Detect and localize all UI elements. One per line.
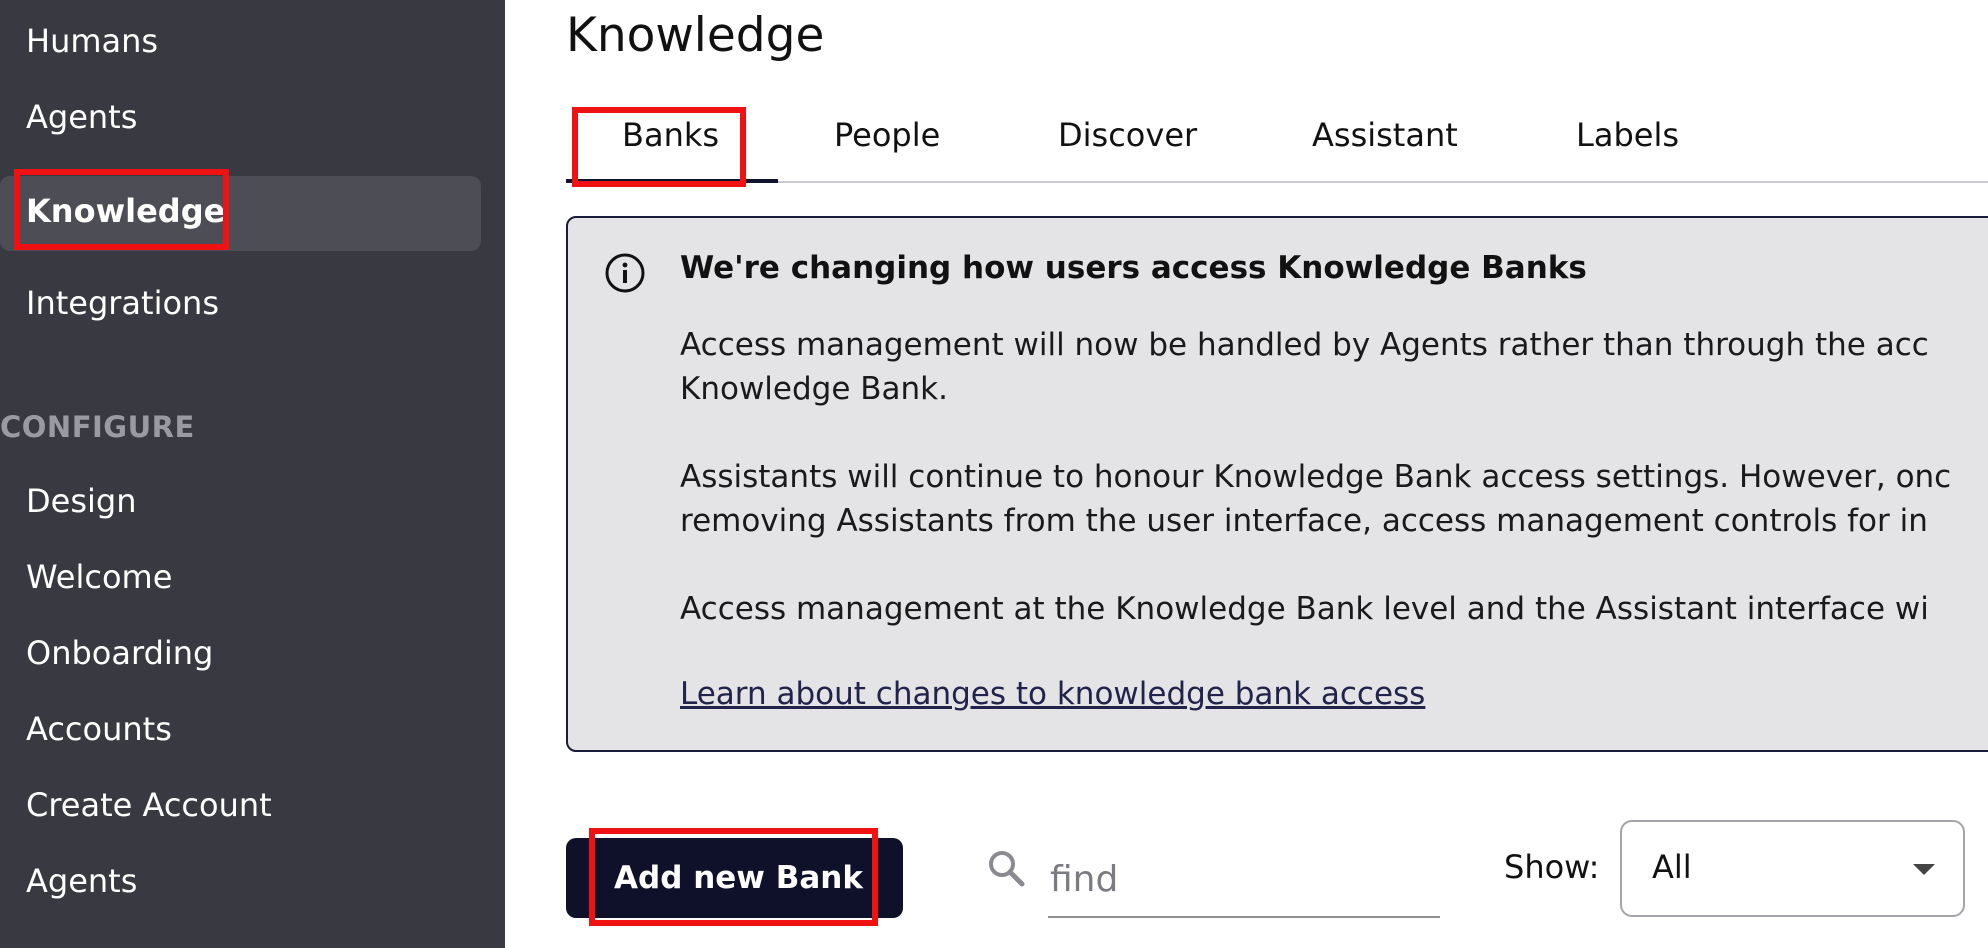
notice-line-5: Access management at the Knowledge Bank …: [680, 591, 1929, 627]
sidebar: Humans Agents Knowledge Integrations CON…: [0, 0, 505, 948]
sidebar-item-humans[interactable]: Humans: [26, 22, 158, 60]
sidebar-item-accounts[interactable]: Accounts: [26, 710, 172, 748]
tab-bar: Banks People Discover Assistant Labels: [566, 100, 1988, 183]
sidebar-item-create-account[interactable]: Create Account: [26, 786, 272, 824]
notice-line-3: Assistants will continue to honour Knowl…: [680, 459, 1952, 495]
sidebar-item-agents-configure[interactable]: Agents: [26, 862, 137, 900]
add-new-bank-button[interactable]: Add new Bank: [566, 838, 903, 918]
sidebar-item-agents[interactable]: Agents: [26, 98, 137, 136]
info-icon: [605, 253, 645, 293]
search-icon: [989, 851, 1025, 887]
sidebar-item-integrations[interactable]: Integrations: [26, 284, 219, 322]
show-filter-label: Show:: [1504, 848, 1600, 886]
tab-banks[interactable]: Banks: [622, 116, 719, 154]
sidebar-item-knowledge[interactable]: Knowledge: [26, 192, 225, 230]
sidebar-section-configure: CONFIGURE: [0, 410, 195, 444]
page-title: Knowledge: [566, 8, 825, 63]
sidebar-item-design[interactable]: Design: [26, 482, 136, 520]
tab-labels[interactable]: Labels: [1576, 116, 1679, 154]
tab-discover[interactable]: Discover: [1058, 116, 1197, 154]
notice-line-4: removing Assistants from the user interf…: [680, 503, 1928, 539]
tab-people[interactable]: People: [834, 116, 940, 154]
search-input[interactable]: [1048, 842, 1440, 918]
access-change-notice: We're changing how users access Knowledg…: [566, 216, 1988, 752]
notice-line-2: Knowledge Bank.: [680, 371, 948, 407]
tab-assistant[interactable]: Assistant: [1312, 116, 1458, 154]
learn-more-link[interactable]: Learn about changes to knowledge bank ac…: [680, 676, 1425, 712]
notice-line-1: Access management will now be handled by…: [680, 327, 1929, 363]
sidebar-item-onboarding[interactable]: Onboarding: [26, 634, 213, 672]
show-filter-value: All: [1652, 848, 1692, 886]
show-filter-select[interactable]: All: [1620, 820, 1965, 917]
active-tab-indicator: [566, 179, 778, 183]
sidebar-item-welcome[interactable]: Welcome: [26, 558, 172, 596]
chevron-down-icon: [1913, 864, 1935, 875]
notice-title: We're changing how users access Knowledg…: [680, 250, 1587, 286]
